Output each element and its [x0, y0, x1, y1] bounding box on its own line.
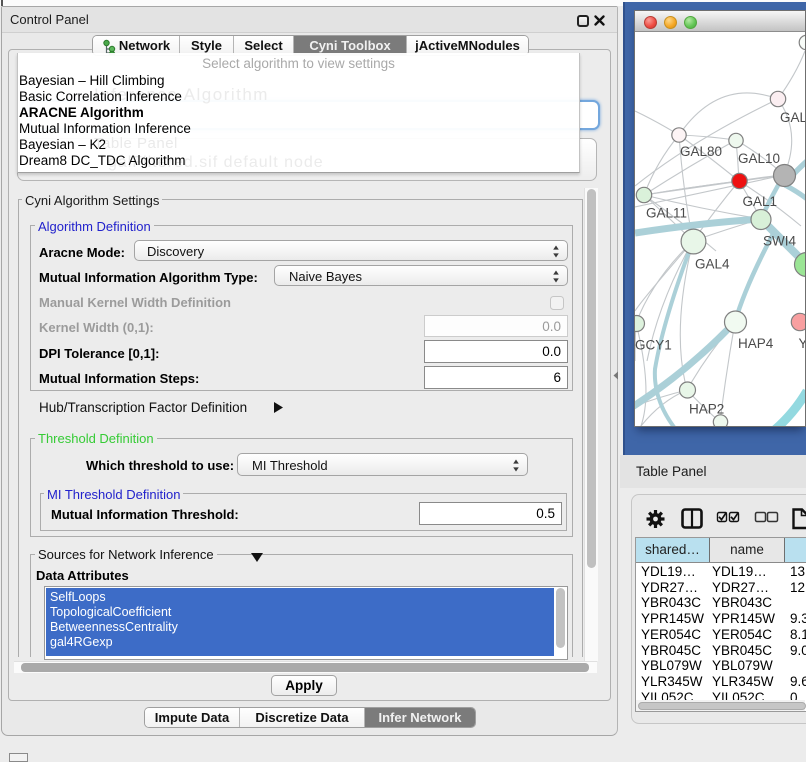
svg-text:GAL1: GAL1	[743, 194, 778, 209]
svg-text:YD: YD	[799, 336, 806, 351]
svg-text:SWI4: SWI4	[763, 234, 796, 249]
svg-text:GAL80: GAL80	[680, 144, 722, 159]
svg-text:GAL4: GAL4	[695, 257, 730, 272]
svg-text:GAL11: GAL11	[646, 206, 687, 221]
svg-text:HAP4: HAP4	[738, 336, 774, 351]
svg-text:GAL10: GAL10	[738, 151, 780, 166]
svg-text:GAL7: GAL7	[780, 110, 805, 125]
svg-text:HAP2: HAP2	[689, 402, 724, 417]
svg-text:GCY1: GCY1	[635, 338, 672, 353]
